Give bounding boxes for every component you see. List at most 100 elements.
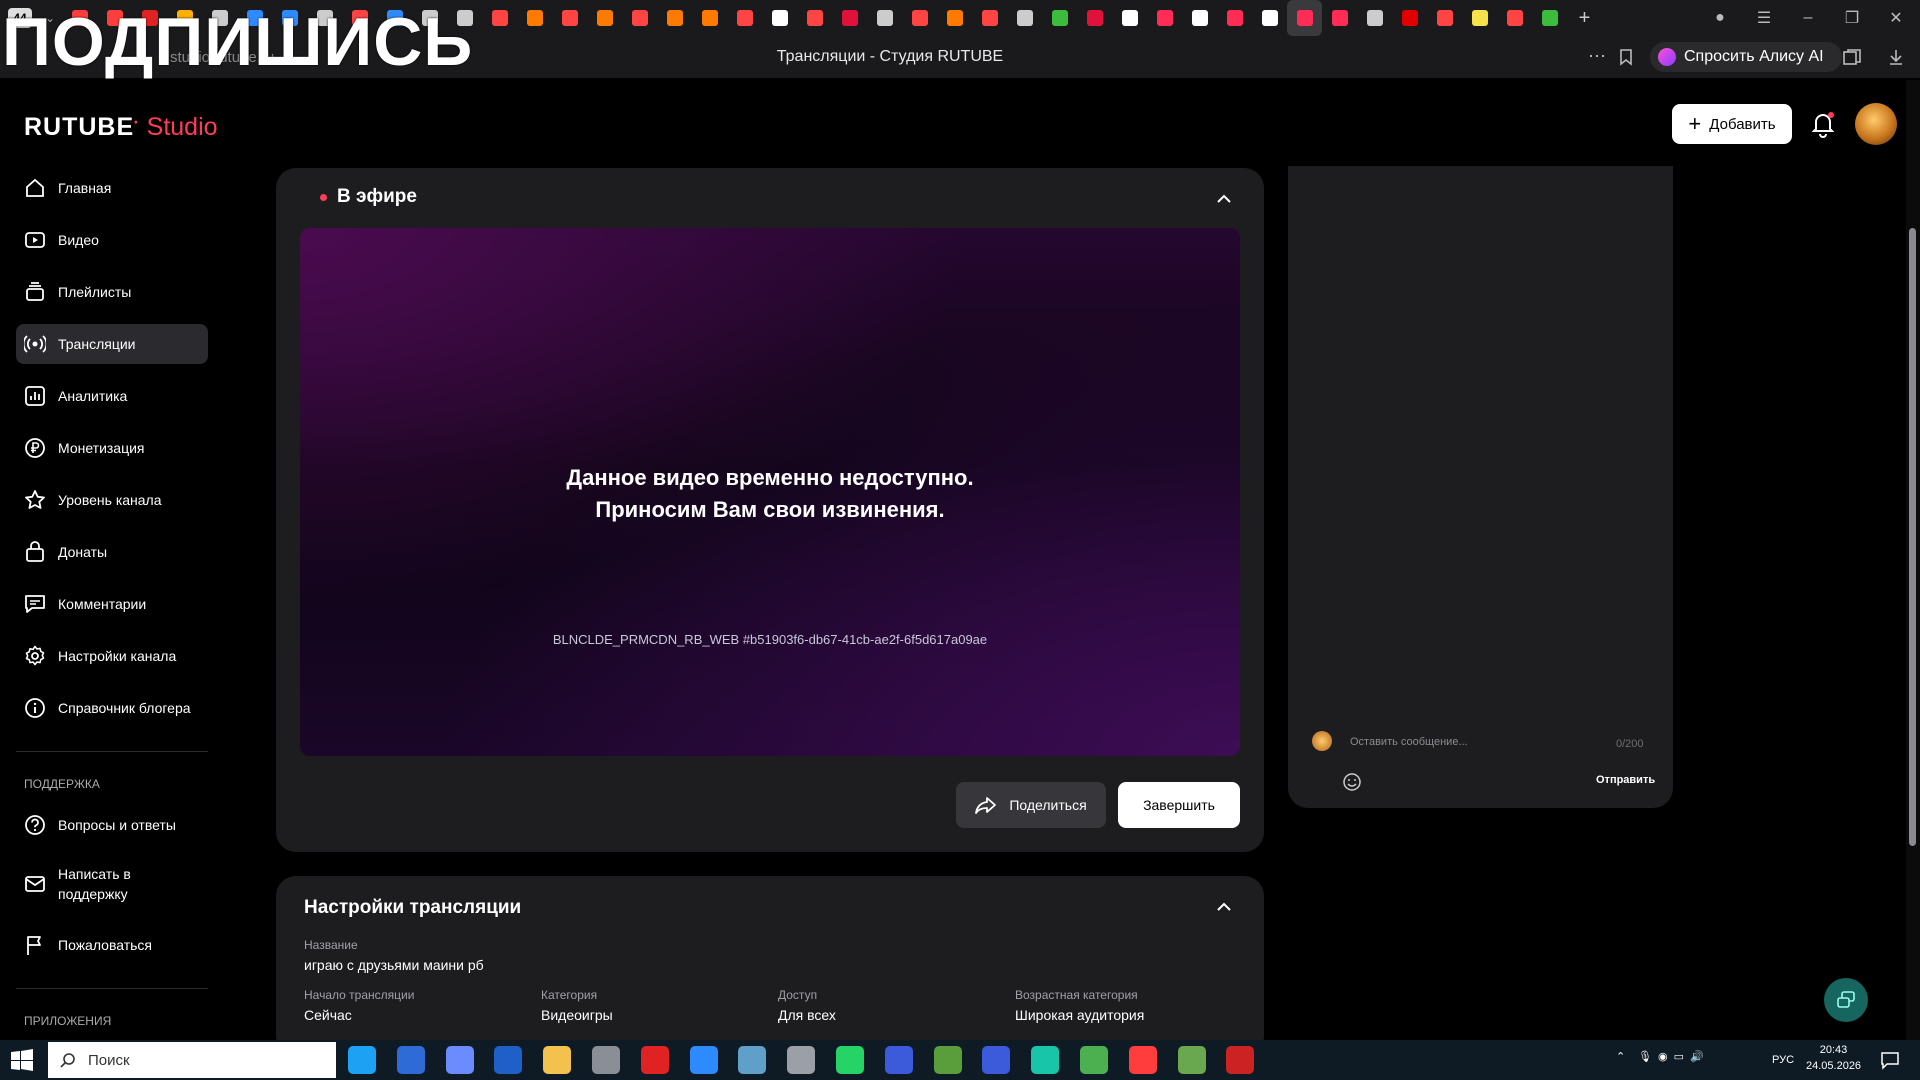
bookmark-icon[interactable] (1618, 48, 1634, 66)
restore-button[interactable]: ❐ (1830, 0, 1874, 36)
taskbar-app-icon[interactable] (836, 1046, 864, 1074)
browser-tab[interactable] (1077, 0, 1112, 36)
tray-icons[interactable]: 🎙◉▭🔊 (1638, 1050, 1710, 1063)
browser-tab[interactable] (1532, 0, 1567, 36)
menu-icon[interactable]: ☰ (1742, 0, 1786, 36)
notification-center-icon[interactable] (1880, 1050, 1900, 1070)
ask-alisa-button[interactable]: Спросить Алису AI (1650, 42, 1842, 72)
taskbar-app-icon[interactable] (592, 1046, 620, 1074)
sidebar-item-playlist[interactable]: Плейлисты (16, 272, 208, 312)
download-icon[interactable] (1888, 48, 1904, 66)
windows-start-icon[interactable] (10, 1048, 34, 1072)
notifications-bell-icon[interactable] (1810, 110, 1836, 138)
help-chat-button[interactable] (1824, 978, 1868, 1022)
collapse-chevron-icon[interactable] (1215, 190, 1233, 208)
browser-tab[interactable] (832, 0, 867, 36)
browser-tab[interactable] (1497, 0, 1532, 36)
taskbar-app-icon[interactable] (494, 1046, 523, 1074)
sidebar-item-question[interactable]: Вопросы и ответы (16, 805, 208, 845)
taskbar-app-icon[interactable] (445, 1046, 474, 1074)
error-code: BLNCLDE_PRMCDN_RB_WEB #b51903f6-db67-41c… (552, 632, 988, 647)
sidebar-item-analytics[interactable]: Аналитика (16, 376, 208, 416)
browser-tab[interactable] (1147, 0, 1182, 36)
browser-tab[interactable] (762, 0, 797, 36)
sidebar-item-broadcast[interactable]: Трансляции (16, 324, 208, 364)
chat-message-input[interactable]: Оставить сообщение... (1350, 736, 1468, 748)
browser-tab[interactable] (482, 0, 517, 36)
rutube-studio-logo[interactable]: RUTUBE• Studio (24, 113, 218, 142)
browser-tab[interactable] (1357, 0, 1392, 36)
browser-tab[interactable] (867, 0, 902, 36)
share-button[interactable]: Поделиться (956, 782, 1106, 828)
taskbar-app-icon[interactable] (1226, 1046, 1255, 1074)
browser-tab[interactable] (552, 0, 587, 36)
close-button[interactable]: ✕ (1874, 0, 1918, 36)
tab-favicon-icon (596, 10, 613, 26)
sidebar-item-home[interactable]: Главная (16, 168, 208, 208)
taskbar-app-icon[interactable] (689, 1046, 718, 1074)
taskbar-app-icon[interactable] (348, 1046, 376, 1074)
browser-tab[interactable] (902, 0, 937, 36)
browser-tab[interactable] (937, 0, 972, 36)
browser-tab[interactable] (1392, 0, 1427, 36)
browser-tab[interactable] (1217, 0, 1252, 36)
taskbar-app-icon[interactable] (1031, 1046, 1060, 1074)
sidebar-item-gear[interactable]: Настройки канала (16, 636, 208, 676)
tray-chevron-icon[interactable]: ⌃ (1616, 1050, 1625, 1063)
taskbar-app-icon[interactable] (933, 1046, 962, 1074)
more-icon[interactable]: ⋯ (1588, 46, 1606, 67)
sidebar-item-video[interactable]: Видео (16, 220, 208, 260)
keyboard-language[interactable]: РУС (1772, 1054, 1794, 1066)
sidebar-item-label: Вопросы и ответы (58, 817, 176, 833)
sidebar-item-donate[interactable]: Донаты (16, 532, 208, 572)
taskbar-app-icon[interactable] (884, 1046, 913, 1074)
browser-tab[interactable] (517, 0, 552, 36)
chat-send-button[interactable]: Отправить (1596, 774, 1655, 786)
sidebar-item-ruble[interactable]: Монетизация (16, 428, 208, 468)
sidebar-item-mail[interactable]: Написать в поддержку (16, 862, 208, 906)
collapse-chevron-icon[interactable] (1215, 898, 1233, 916)
taskbar-app-icon[interactable] (738, 1046, 767, 1074)
browser-tab[interactable] (692, 0, 727, 36)
collections-icon[interactable] (1842, 48, 1862, 66)
sidebar-item-comment[interactable]: Комментарии (16, 584, 208, 624)
taskbar-app-icon[interactable] (787, 1046, 816, 1074)
browser-tab[interactable] (622, 0, 657, 36)
browser-tab[interactable] (1182, 0, 1217, 36)
minimize-button[interactable]: – (1786, 0, 1830, 36)
browser-tab[interactable] (657, 0, 692, 36)
taskbar-app-icon[interactable] (1128, 1046, 1157, 1074)
sidebar-item-flag[interactable]: Пожаловаться (16, 925, 208, 965)
scrollbar-thumb[interactable] (1909, 228, 1916, 846)
new-tab-button[interactable]: + (1567, 0, 1602, 36)
emoji-icon[interactable] (1342, 772, 1362, 792)
taskbar-app-icon[interactable] (640, 1046, 669, 1074)
add-button[interactable]: + Добавить (1672, 104, 1792, 144)
browser-tab[interactable] (797, 0, 832, 36)
browser-tab[interactable] (1287, 0, 1322, 36)
browser-tab[interactable] (1322, 0, 1357, 36)
profile-icon[interactable]: ● (1698, 0, 1742, 36)
browser-tab[interactable] (1252, 0, 1287, 36)
live-title: В эфире (320, 186, 417, 208)
browser-tab[interactable] (1462, 0, 1497, 36)
browser-tab[interactable] (1112, 0, 1147, 36)
tab-favicon-icon (1226, 10, 1243, 26)
sidebar-item-info[interactable]: Справочник блогера (16, 688, 208, 728)
end-stream-button[interactable]: Завершить (1118, 782, 1240, 828)
browser-tab[interactable] (972, 0, 1007, 36)
taskbar-app-icon[interactable] (396, 1046, 425, 1074)
browser-tab[interactable] (1007, 0, 1042, 36)
taskbar-app-icon[interactable] (1177, 1046, 1206, 1074)
browser-tab[interactable] (1042, 0, 1077, 36)
taskbar-search-input[interactable]: Поиск (48, 1042, 336, 1078)
taskbar-clock[interactable]: 20:43 24.05.2026 (1806, 1042, 1861, 1074)
user-avatar[interactable] (1855, 103, 1897, 145)
taskbar-app-icon[interactable] (982, 1046, 1011, 1074)
browser-tab[interactable] (1427, 0, 1462, 36)
taskbar-app-icon[interactable] (1080, 1046, 1108, 1074)
taskbar-app-icon[interactable] (543, 1046, 572, 1074)
browser-tab[interactable] (587, 0, 622, 36)
sidebar-item-star[interactable]: Уровень канала (16, 480, 208, 520)
browser-tab[interactable] (727, 0, 762, 36)
